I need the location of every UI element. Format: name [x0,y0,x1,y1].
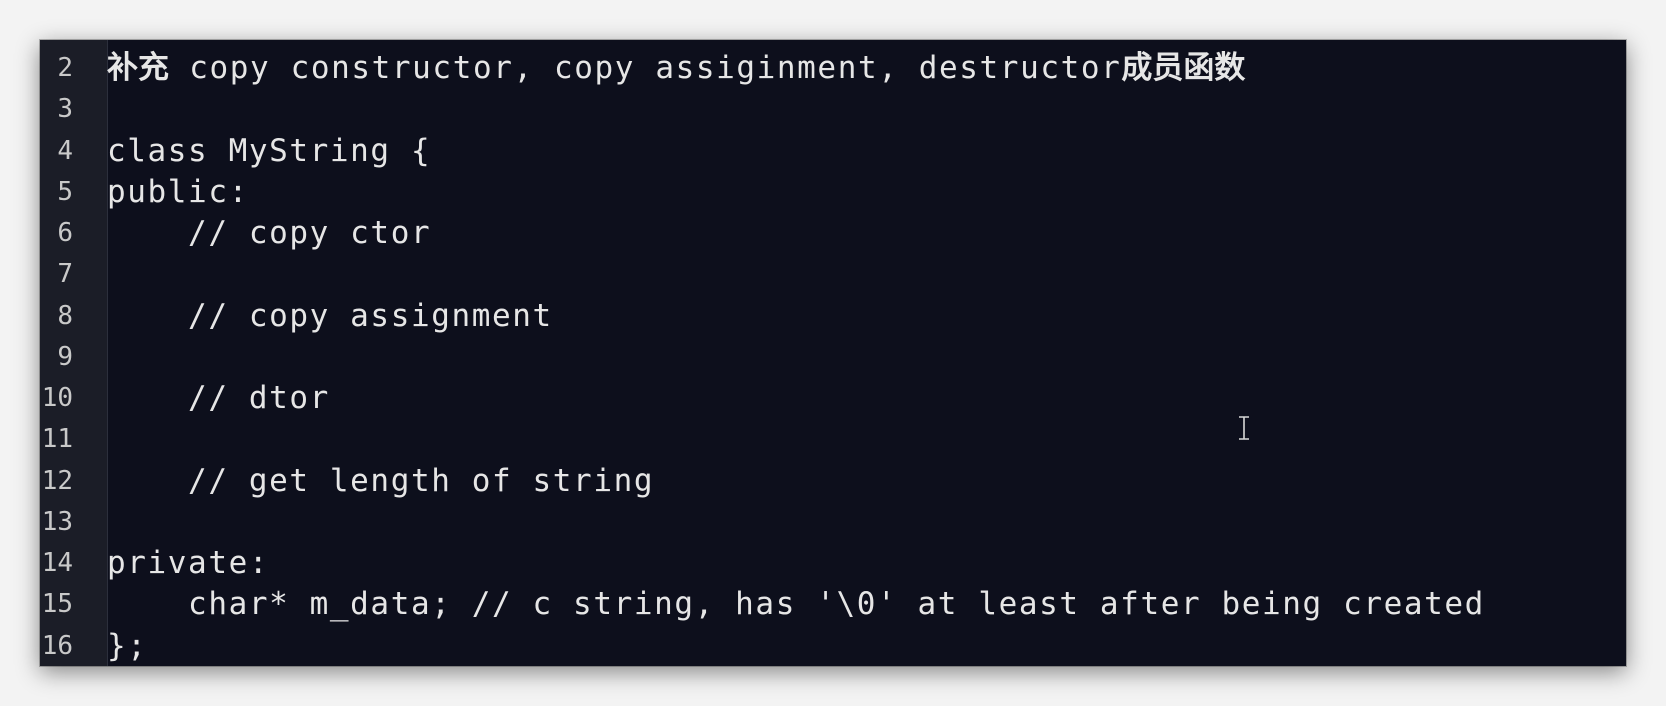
code-line[interactable]: 14 private: [40,543,1626,584]
line-number: 7 [57,259,73,290]
line-text[interactable]: public: [107,172,249,213]
line-text-code: char* m_data; // c string, has '\0' at l… [107,586,1485,623]
code-editor[interactable]: 2 补充 copy constructor, copy assiginment, … [40,40,1626,666]
line-number: 4 [57,135,73,166]
line-text-code: // copy assignment [107,297,553,334]
line-text[interactable]: // dtor [107,378,330,419]
line-text-cjk-suffix: 成员函数 [1121,50,1246,86]
line-text-code: // copy ctor [107,215,432,251]
line-text[interactable]: 补充 copy constructor, copy assiginment, d… [107,48,1245,89]
line-number: 11 [41,424,73,455]
text-cursor-icon [1237,416,1251,440]
line-text[interactable]: }; [107,626,148,667]
code-line[interactable]: 13 [40,502,1626,543]
line-text-code: // get length of string [107,462,655,499]
code-line[interactable]: 5 public: [40,172,1626,213]
line-text-code: copy constructor, copy assiginment, dest… [169,50,1122,86]
line-text-code: public: [107,173,249,210]
line-text-code: class MyString { [107,132,432,169]
line-text[interactable]: char* m_data; // c string, has '\0' at l… [107,584,1485,625]
line-number: 16 [41,630,73,661]
line-text-code: // dtor [107,380,330,416]
line-text-code: private: [107,545,270,581]
code-area[interactable]: 2 补充 copy constructor, copy assiginment, … [40,48,1626,666]
code-line[interactable]: 10 // dtor [40,378,1626,419]
line-number: 12 [41,465,73,496]
code-line[interactable]: 11 [40,419,1626,460]
line-text[interactable]: // copy ctor [107,213,431,254]
code-line[interactable]: 12 // get length of string [40,461,1626,502]
line-number: 2 [57,53,73,83]
line-text-code: }; [107,627,148,664]
code-line[interactable]: 2 补充 copy constructor, copy assiginment, … [40,48,1626,89]
line-number: 3 [57,94,73,125]
line-number: 15 [41,589,73,620]
line-text-cjk-prefix: 补充 [107,50,169,86]
line-number: 5 [57,176,73,207]
code-line[interactable]: 6 // copy ctor [40,213,1626,254]
code-line[interactable]: 9 [40,337,1626,378]
code-line[interactable]: 8 // copy assignment [40,296,1626,337]
code-line[interactable]: 15 char* m_data; // c string, has '\0' a… [40,584,1626,625]
line-number: 14 [41,548,73,578]
code-line[interactable]: 7 [40,254,1626,295]
code-line[interactable]: 4 class MyString { [40,131,1626,172]
line-number: 10 [41,383,73,413]
line-text[interactable]: class MyString { [107,131,431,172]
line-text[interactable]: // get length of string [107,461,654,502]
code-line[interactable]: 16}; [40,626,1626,667]
line-number: 6 [57,218,73,248]
line-number: 9 [57,341,73,372]
line-number: 13 [41,506,73,537]
line-text[interactable]: private: [107,543,269,584]
code-line[interactable]: 3 [40,89,1626,130]
line-text[interactable]: // copy assignment [107,296,553,337]
line-number: 8 [57,300,73,331]
